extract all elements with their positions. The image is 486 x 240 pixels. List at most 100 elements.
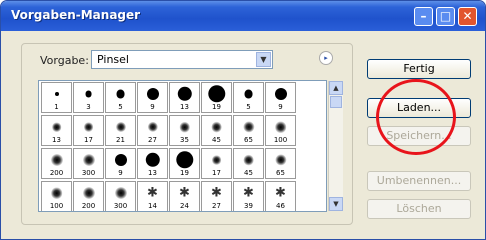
brush-preset-cell[interactable]: 5 xyxy=(105,82,136,113)
brush-grid-scrollbar[interactable]: ▲ ▼ xyxy=(328,81,343,211)
brush-size-label: 3 xyxy=(86,103,91,111)
brush-tip-shape xyxy=(242,121,255,133)
brush-tip-shape xyxy=(82,154,95,166)
brush-preset-cell[interactable]: ✱ 27 xyxy=(201,181,232,211)
brush-tip-shape xyxy=(146,88,159,100)
brush-tip-shape xyxy=(54,92,59,96)
brush-preset-cell[interactable]: 300 xyxy=(73,148,104,179)
brush-preset-cell[interactable]: ✱ 24 xyxy=(169,181,200,211)
brush-size-label: 17 xyxy=(84,136,93,144)
brush-size-label: 46 xyxy=(276,202,285,210)
brush-size-label: 13 xyxy=(52,136,61,144)
brush-preset-cell[interactable]: 100 xyxy=(41,181,72,211)
rename-button[interactable]: Umbenennen... xyxy=(367,171,471,191)
brush-tip-shape: ✱ xyxy=(147,185,158,201)
brush-preset-cell[interactable]: 13 xyxy=(41,115,72,146)
brush-size-label: 100 xyxy=(273,136,288,144)
brush-tip-shape: ✱ xyxy=(179,185,190,201)
brush-size-label: 19 xyxy=(180,169,189,177)
brush-tip-shape xyxy=(207,85,226,103)
brush-size-label: 39 xyxy=(244,202,253,210)
brush-preset-cell[interactable]: ✱ 39 xyxy=(233,181,264,211)
close-button[interactable]: ✕ xyxy=(458,7,477,26)
brush-size-label: 300 xyxy=(81,169,96,177)
panel-menu-arrow-icon[interactable]: ▸ xyxy=(319,51,333,65)
brush-tip-shape xyxy=(145,152,160,168)
brush-tip-shape xyxy=(114,154,127,166)
brush-preset-cell[interactable]: 5 xyxy=(233,82,264,113)
preset-type-select[interactable]: Pinsel ▼ xyxy=(91,50,273,69)
brush-tip-shape xyxy=(175,151,194,169)
minimize-button[interactable]: – xyxy=(414,7,433,26)
brush-size-label: 200 xyxy=(49,169,64,177)
brush-size-label: 13 xyxy=(180,103,189,111)
brush-preset-cell[interactable]: 3 xyxy=(73,82,104,113)
brush-tip-shape xyxy=(115,121,126,133)
brush-preset-cell[interactable]: 200 xyxy=(41,148,72,179)
brush-size-label: 35 xyxy=(180,136,189,144)
brush-preset-cell[interactable]: ✱ 14 xyxy=(137,181,168,211)
brush-preset-cell[interactable]: 100 xyxy=(265,115,296,146)
brush-size-label: 100 xyxy=(49,202,64,210)
brush-preset-cell[interactable]: 17 xyxy=(201,148,232,179)
brush-tip-shape xyxy=(274,121,287,133)
brush-size-label: 45 xyxy=(244,169,253,177)
title-bar[interactable]: Vorgaben-Manager – □ ✕ xyxy=(1,1,485,31)
scroll-down-arrow-icon[interactable]: ▼ xyxy=(329,197,343,211)
window-title: Vorgaben-Manager xyxy=(11,8,141,22)
brush-tip-shape xyxy=(50,154,63,166)
brush-preset-cell[interactable]: 9 xyxy=(265,82,296,113)
brush-tip-shape xyxy=(211,121,222,133)
brush-size-label: 1 xyxy=(54,103,59,111)
brush-preset-cell[interactable]: 13 xyxy=(169,82,200,113)
scroll-up-arrow-icon[interactable]: ▲ xyxy=(329,81,343,95)
brush-tip-shape xyxy=(179,121,190,133)
brush-preset-cell[interactable]: 13 xyxy=(137,148,168,179)
brush-size-label: 13 xyxy=(148,169,157,177)
brush-tip-shape xyxy=(244,89,253,99)
brush-tip-shape xyxy=(83,122,94,132)
brush-preset-cell[interactable]: 65 xyxy=(265,148,296,179)
brush-tip-shape xyxy=(274,154,287,166)
brush-tip-shape xyxy=(147,121,158,133)
brush-preset-cell[interactable]: 45 xyxy=(201,115,232,146)
scroll-thumb[interactable] xyxy=(330,96,342,108)
preset-type-value: Pinsel xyxy=(97,53,129,66)
brush-preset-grid[interactable]: 1 3 5 9 13 19 5 9 13 17 21 27 35 45 65 100 200 300 9 13 19 17… xyxy=(38,80,327,212)
brush-size-label: 65 xyxy=(276,169,285,177)
brush-tip-shape xyxy=(243,154,254,166)
brush-tip-shape: ✱ xyxy=(243,185,254,201)
brush-tip-shape xyxy=(116,89,125,99)
brush-tip-shape xyxy=(114,187,127,199)
brush-preset-cell[interactable]: 21 xyxy=(105,115,136,146)
brush-preset-cell[interactable]: 200 xyxy=(73,181,104,211)
brush-preset-cell[interactable]: 45 xyxy=(233,148,264,179)
maximize-button[interactable]: □ xyxy=(436,7,455,26)
brush-preset-cell[interactable]: 65 xyxy=(233,115,264,146)
brush-preset-cell[interactable]: 1 xyxy=(41,82,72,113)
brush-tip-shape xyxy=(211,155,222,165)
brush-size-label: 9 xyxy=(118,169,123,177)
done-button[interactable]: Fertig xyxy=(367,59,471,79)
brush-preset-cell[interactable]: 9 xyxy=(137,82,168,113)
brush-size-label: 65 xyxy=(244,136,253,144)
preset-manager-window: Vorgaben-Manager – □ ✕ Vorgabe: Pinsel ▼… xyxy=(0,0,486,240)
brush-tip-shape xyxy=(85,90,92,98)
brush-tip-shape xyxy=(50,187,63,199)
brush-size-label: 19 xyxy=(212,103,221,111)
brush-size-label: 17 xyxy=(212,169,221,177)
brush-preset-cell[interactable]: 17 xyxy=(73,115,104,146)
brush-preset-cell[interactable]: 9 xyxy=(105,148,136,179)
brush-preset-cell[interactable]: 300 xyxy=(105,181,136,211)
brush-size-label: 9 xyxy=(150,103,155,111)
brush-preset-cell[interactable]: ✱ 46 xyxy=(265,181,296,211)
brush-preset-cell[interactable]: 35 xyxy=(169,115,200,146)
chevron-down-icon[interactable]: ▼ xyxy=(256,52,271,67)
delete-button[interactable]: Löschen xyxy=(367,199,471,219)
brush-preset-cell[interactable]: 19 xyxy=(169,148,200,179)
brush-tip-shape xyxy=(51,122,62,132)
brush-preset-cell[interactable]: 27 xyxy=(137,115,168,146)
brush-size-label: 5 xyxy=(246,103,251,111)
brush-size-label: 45 xyxy=(212,136,221,144)
brush-preset-cell[interactable]: 19 xyxy=(201,82,232,113)
